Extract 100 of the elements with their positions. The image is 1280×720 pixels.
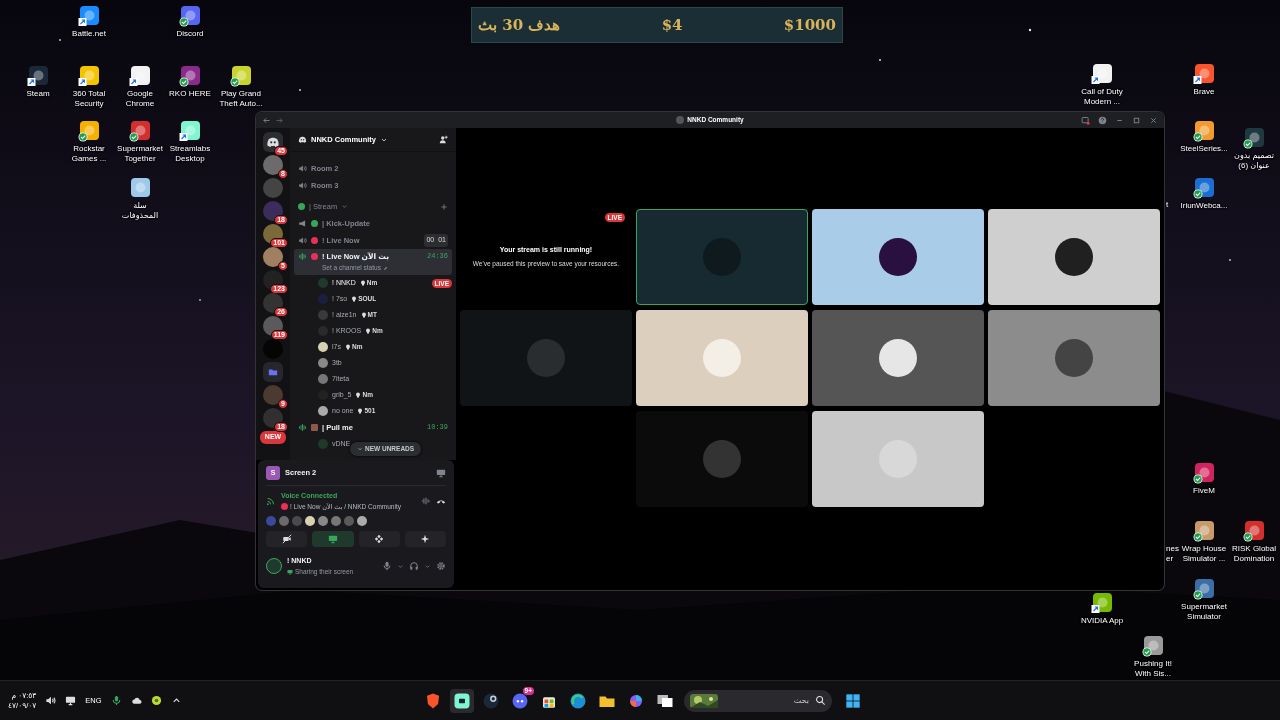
app-icon[interactable]	[179, 5, 201, 27]
icon-label: سلة المحذوفات	[120, 201, 160, 221]
avatar	[292, 516, 302, 527]
caret-icon[interactable]	[397, 562, 404, 570]
icon-label: Discord	[176, 29, 204, 39]
display-icon[interactable]	[65, 695, 77, 706]
video-tile[interactable]	[988, 310, 1160, 406]
app-icon[interactable]	[1193, 63, 1215, 85]
cloud-icon[interactable]	[130, 695, 142, 706]
maximize-icon[interactable]	[1132, 115, 1141, 125]
icon-label: Google Chrome	[124, 89, 156, 109]
app-icon[interactable]	[1193, 578, 1215, 600]
avatar	[318, 516, 328, 527]
tag-icon	[357, 408, 364, 414]
icon-label: RISK Global Domination	[1231, 544, 1277, 564]
chevron-icon	[357, 446, 363, 453]
app-icon[interactable]	[78, 120, 100, 142]
sound-wave-icon[interactable]	[421, 496, 431, 507]
video-tile[interactable]	[636, 411, 808, 507]
server-folder[interactable]	[263, 362, 283, 382]
app-icon[interactable]	[179, 65, 201, 87]
mic-icon[interactable]	[382, 561, 392, 572]
sparkle-button[interactable]	[404, 531, 446, 548]
server-icon[interactable]	[263, 316, 283, 336]
app-icon[interactable]	[1091, 592, 1113, 614]
server-icon[interactable]	[263, 224, 283, 244]
avatar	[357, 516, 367, 527]
help-icon[interactable]	[1098, 115, 1107, 125]
video-tile[interactable]	[460, 310, 632, 406]
camera-off-icon	[281, 534, 292, 545]
disc-icon	[482, 691, 500, 710]
avatar	[527, 339, 565, 377]
app-icon[interactable]	[129, 65, 151, 87]
app-icon[interactable]	[129, 120, 151, 142]
monitor-icon[interactable]	[436, 468, 446, 478]
search-bar[interactable]: بحث	[684, 689, 832, 712]
icon-label: t	[1166, 200, 1169, 210]
tray-icon[interactable]	[150, 695, 162, 706]
camera-off-button[interactable]	[266, 531, 308, 548]
search-field[interactable]: بحث	[722, 693, 811, 708]
pencil-icon[interactable]	[382, 265, 388, 271]
avatar	[318, 439, 328, 449]
caret-icon[interactable]	[424, 562, 431, 570]
avatar	[703, 440, 741, 478]
app-icon[interactable]	[1193, 120, 1215, 142]
home-button[interactable]	[263, 132, 283, 152]
avatar	[331, 516, 341, 527]
app-icon[interactable]	[1193, 177, 1215, 199]
windows-logo-icon	[845, 692, 861, 709]
icon-label: Wrap House Simulator ...	[1180, 544, 1228, 564]
avatar	[703, 339, 741, 377]
avatar	[305, 516, 315, 527]
volume-icon[interactable]	[45, 695, 57, 706]
icon-label: NVIDIA App	[1080, 616, 1124, 626]
app-icon[interactable]	[1193, 462, 1215, 484]
avatar	[266, 516, 276, 527]
headphones-icon[interactable]	[409, 561, 419, 572]
app-icon[interactable]	[27, 65, 49, 87]
server-icon	[298, 135, 307, 144]
video-tile[interactable]	[988, 209, 1160, 305]
app-icon[interactable]	[1091, 63, 1113, 85]
shapes-icon	[374, 534, 385, 545]
screen-share-button[interactable]	[312, 531, 354, 548]
mic-icon[interactable]	[110, 695, 122, 706]
icon-label: 360 Total Security	[71, 89, 107, 109]
back-icon[interactable]	[262, 115, 271, 125]
taskbar-button[interactable]	[450, 688, 474, 713]
app-icon[interactable]	[179, 120, 201, 142]
icon-label: Battle.net	[72, 29, 106, 39]
app-icon[interactable]	[78, 5, 100, 27]
avatar	[1055, 238, 1093, 276]
avatar	[344, 516, 354, 527]
server-icon[interactable]	[263, 408, 283, 428]
app-icon[interactable]	[1243, 520, 1265, 542]
server-icon[interactable]	[263, 270, 283, 290]
avatar	[879, 339, 917, 377]
add-icon[interactable]	[440, 202, 448, 211]
icon-label: SteelSeries...	[1180, 144, 1228, 154]
video-tile[interactable]	[636, 310, 808, 406]
add-person-icon[interactable]	[439, 135, 448, 144]
video-tile[interactable]	[812, 209, 984, 305]
app-icon[interactable]	[1193, 520, 1215, 542]
inbox-icon[interactable]	[1081, 115, 1090, 125]
megaphone-icon	[298, 219, 307, 228]
search-icon	[815, 695, 826, 706]
video-tile[interactable]	[636, 209, 808, 305]
app-icon[interactable]	[78, 65, 100, 87]
video-tile[interactable]	[812, 310, 984, 406]
settings-icon[interactable]	[436, 561, 446, 572]
app-icon[interactable]	[129, 177, 151, 199]
app-icon[interactable]	[230, 65, 252, 87]
close-icon[interactable]	[1149, 115, 1158, 125]
icon-label: er	[1166, 554, 1174, 564]
icon-label: Supermarket Together	[116, 144, 164, 164]
video-tile[interactable]	[812, 411, 984, 507]
app-icon[interactable]	[1243, 127, 1265, 149]
server-icon[interactable]	[263, 201, 283, 221]
app-icon[interactable]	[1142, 635, 1164, 657]
shapes-button[interactable]	[358, 531, 400, 548]
server-icon[interactable]	[263, 293, 283, 313]
